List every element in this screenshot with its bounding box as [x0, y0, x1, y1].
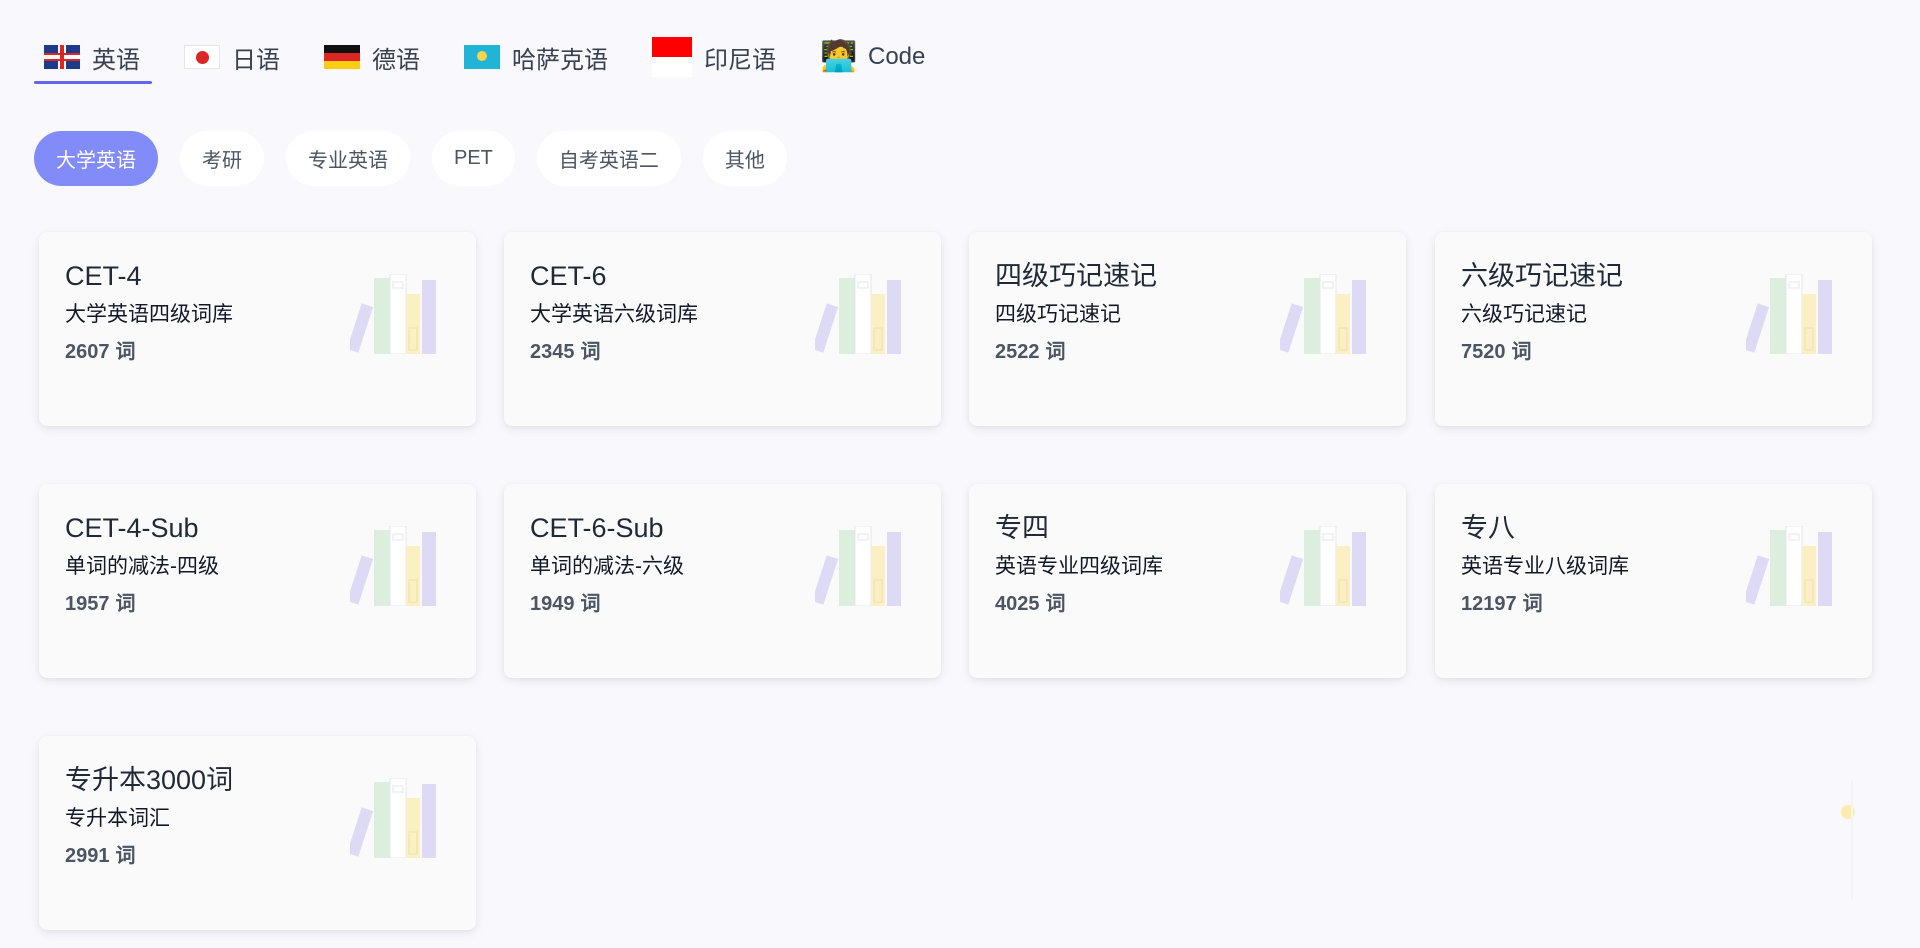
- books-illustration-icon: [346, 777, 440, 859]
- word-count-unit: 词: [1511, 340, 1532, 363]
- word-count-unit: 词: [580, 592, 601, 615]
- tab-label: 德语: [372, 46, 420, 74]
- dictionary-card[interactable]: 专升本3000词 专升本词汇 2991 词: [39, 736, 476, 930]
- word-count-unit: 词: [580, 340, 601, 363]
- books-illustration-icon: [1742, 273, 1836, 355]
- word-count-unit: 词: [115, 340, 136, 363]
- books-illustration-icon: [811, 273, 905, 355]
- word-count-value: 2522: [995, 340, 1040, 363]
- language-tabs: 英语 日语 德语 哈萨克语 印尼语 🧑‍💻 Code: [34, 30, 957, 84]
- category-self-study-english-2[interactable]: 自考英语二: [536, 131, 681, 186]
- technologist-icon: 🧑‍💻: [820, 40, 858, 73]
- dictionary-card[interactable]: CET-6 大学英语六级词库 2345 词: [504, 232, 941, 426]
- category-college-english[interactable]: 大学英语: [34, 131, 158, 186]
- tab-label: Code: [868, 43, 926, 70]
- tab-english[interactable]: 英语: [34, 30, 152, 84]
- germany-flag-icon: [324, 45, 360, 69]
- word-count-value: 4025: [995, 592, 1040, 615]
- books-illustration-icon: [346, 273, 440, 355]
- word-count-value: 2991: [65, 844, 110, 867]
- word-count-value: 1949: [530, 592, 575, 615]
- books-illustration-icon: [811, 525, 905, 607]
- japan-flag-icon: [184, 45, 220, 69]
- category-postgraduate[interactable]: 考研: [180, 131, 264, 186]
- word-count-unit: 词: [1045, 340, 1066, 363]
- dictionary-card[interactable]: CET-6-Sub 单词的减法-六级 1949 词: [504, 484, 941, 678]
- dictionary-card[interactable]: 六级巧记速记 六级巧记速记 7520 词: [1435, 232, 1872, 426]
- page: 英语 日语 德语 哈萨克语 印尼语 🧑‍💻 Code 大学英语 考研 专业英语 …: [0, 0, 1920, 948]
- books-illustration-icon: [346, 525, 440, 607]
- category-professional-english[interactable]: 专业英语: [286, 131, 410, 186]
- tab-german[interactable]: 德语: [312, 30, 432, 84]
- tab-label: 日语: [232, 46, 280, 74]
- word-count-value: 7520: [1461, 340, 1506, 363]
- word-count-value: 2345: [530, 340, 575, 363]
- category-pet[interactable]: PET: [432, 131, 515, 186]
- kazakhstan-flag-icon: [464, 45, 500, 69]
- dictionary-card[interactable]: 专八 英语专业八级词库 12197 词: [1435, 484, 1872, 678]
- tab-label: 英语: [92, 46, 140, 74]
- tab-kazakh[interactable]: 哈萨克语: [452, 30, 620, 84]
- dictionary-card[interactable]: 专四 英语专业四级词库 4025 词: [969, 484, 1406, 678]
- word-count-unit: 词: [115, 844, 136, 867]
- word-count-value: 1957: [65, 592, 110, 615]
- tab-indonesian[interactable]: 印尼语: [640, 30, 788, 84]
- books-illustration-icon: [1742, 525, 1836, 607]
- uk-flag-icon: [44, 45, 80, 69]
- category-other[interactable]: 其他: [702, 131, 787, 186]
- word-count-value: 12197: [1461, 592, 1517, 615]
- word-count-unit: 词: [1522, 592, 1543, 615]
- word-count-unit: 词: [115, 592, 136, 615]
- category-pills: 大学英语 考研 专业英语 PET 自考英语二 其他: [34, 131, 787, 186]
- indonesia-flag-icon: [652, 37, 692, 77]
- tab-label: 印尼语: [704, 46, 776, 74]
- dictionary-card[interactable]: CET-4 大学英语四级词库 2607 词: [39, 232, 476, 426]
- dictionary-card[interactable]: 四级巧记速记 四级巧记速记 2522 词: [969, 232, 1406, 426]
- dictionary-card[interactable]: CET-4-Sub 单词的减法-四级 1957 词: [39, 484, 476, 678]
- books-illustration-icon: [1276, 273, 1370, 355]
- word-count-value: 2607: [65, 340, 110, 363]
- books-illustration-icon: [1276, 525, 1370, 607]
- decorative-lamp-icon: [1841, 780, 1855, 900]
- tab-code[interactable]: 🧑‍💻 Code: [808, 30, 937, 84]
- tab-label: 哈萨克语: [512, 46, 608, 74]
- tab-japanese[interactable]: 日语: [172, 30, 292, 84]
- word-count-unit: 词: [1045, 592, 1066, 615]
